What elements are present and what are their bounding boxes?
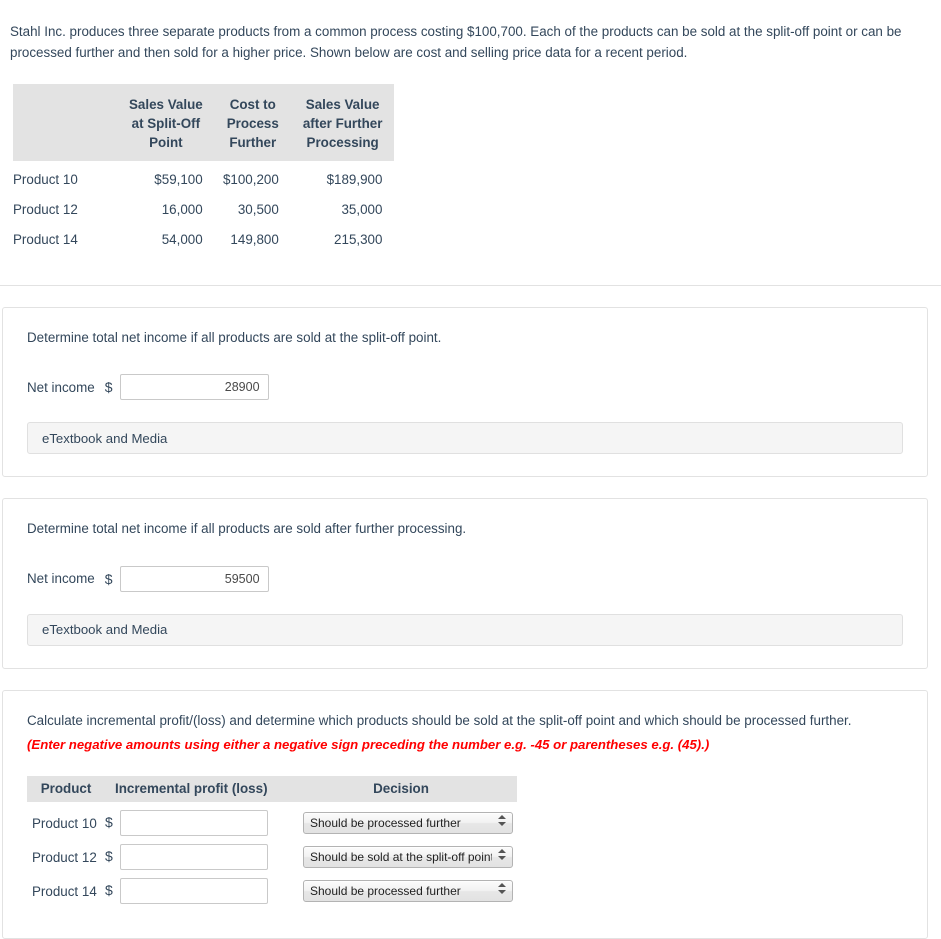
- table-head: Product Incremental profit (loss) Decisi…: [27, 776, 517, 803]
- dollar-sign-icon: $: [105, 814, 113, 831]
- incremental-question-text: Calculate incremental profit/(loss) and …: [27, 712, 852, 728]
- etextbook-label: eTextbook and Media: [42, 430, 168, 446]
- further-processing-question-text: Determine total net income if all produc…: [27, 521, 467, 537]
- decision-select-product-10[interactable]: Should be processed further Should be pr…: [303, 812, 513, 835]
- further-processing-net-income-card: Determine total net income if all produc…: [2, 498, 928, 669]
- decision-cell: Should be sold at the split-off point Sh…: [285, 840, 517, 874]
- split-off-net-income-card: Determine total net income if all produc…: [2, 307, 928, 478]
- cell-split-off-value: $59,100: [154, 172, 203, 188]
- incremental-amount-cell: $: [105, 874, 285, 908]
- cell-split-off-value: 16,000: [161, 202, 203, 218]
- header-decision: Decision: [285, 776, 517, 803]
- dollar-sign-icon: $: [104, 570, 113, 587]
- decision-cell: Should be processed further Should be pr…: [285, 802, 517, 840]
- incremental-amount-input-product-10[interactable]: [119, 810, 268, 837]
- problem-statement-card: Stahl Inc. produces three separate produ…: [0, 13, 941, 287]
- incremental-amount-cell: $: [105, 840, 285, 874]
- cost-and-price-table: Sales Value at Split-Off Point Cost to P…: [13, 83, 395, 255]
- cell-cost-further-value: $100,200: [222, 172, 279, 188]
- card-spacer: [0, 669, 941, 690]
- card-body: Determine total net income if all produc…: [3, 308, 927, 476]
- header-product: Product: [27, 776, 105, 803]
- header-line: Process: [226, 115, 279, 131]
- table-row: Product 14 $ Should be processed further…: [27, 874, 517, 908]
- card-spacer: [0, 286, 941, 307]
- header-line: after Further: [302, 115, 383, 131]
- cell-cost-further-value: 30,500: [237, 202, 279, 218]
- dollar-sign-icon: $: [104, 379, 113, 396]
- dollar-sign-icon: $: [105, 848, 113, 865]
- header-incremental-profit: Incremental profit (loss): [105, 776, 285, 803]
- row-product-label: Product 12: [13, 202, 78, 218]
- further-processing-net-income-input[interactable]: [119, 565, 269, 592]
- header-line: Sales Value: [129, 96, 203, 112]
- incremental-amount-cell: $: [105, 802, 285, 840]
- row-product-label: Product 10: [13, 172, 78, 188]
- decision-cell: Should be processed further Should be pr…: [285, 874, 517, 908]
- problem-intro-text: Stahl Inc. produces three separate produ…: [10, 24, 902, 61]
- decision-select-product-12[interactable]: Should be sold at the split-off point Sh…: [303, 846, 513, 869]
- etextbook-and-media-split-off[interactable]: eTextbook and Media: [27, 422, 903, 455]
- header-sales-value-after-further: Sales Value after Further Processing: [290, 83, 395, 162]
- etextbook-label: eTextbook and Media: [42, 622, 168, 638]
- etextbook-and-media-further[interactable]: eTextbook and Media: [27, 613, 903, 646]
- exercise-page: Stahl Inc. produces three separate produ…: [0, 13, 941, 939]
- header-line: Further: [229, 134, 277, 150]
- cell-after-further-value: 215,300: [334, 232, 383, 248]
- dollar-sign-icon: $: [105, 882, 113, 899]
- decision-select-wrapper: Should be processed further Should be pr…: [303, 812, 513, 835]
- header-line: at Split-Off: [131, 115, 201, 131]
- table-row: Product 10 $ Should be processed further…: [27, 802, 517, 840]
- row-product-label: Product 14: [13, 232, 78, 248]
- decision-select-product-14[interactable]: Should be processed further Should be pr…: [303, 880, 513, 903]
- incremental-decision-table: Product Incremental profit (loss) Decisi…: [27, 776, 517, 908]
- incremental-amount-input-product-12[interactable]: [119, 844, 268, 871]
- cell-after-further-value: $189,900: [326, 172, 383, 188]
- row-product-label: Product 14: [32, 883, 97, 899]
- table-body: Product 10 $59,100 $100,200 $189,900 Pro…: [13, 161, 394, 255]
- table-header-row: Sales Value at Split-Off Point Cost to P…: [13, 83, 395, 162]
- table-row: Product 14 54,000 149,800 215,300: [13, 225, 394, 255]
- split-off-net-income-row: Net income $: [27, 374, 903, 401]
- table-row: Product 12 16,000 30,500 35,000: [13, 195, 394, 225]
- net-income-label: Net income: [27, 379, 95, 395]
- decision-select-wrapper: Should be processed further Should be pr…: [303, 880, 513, 903]
- card-body: Determine total net income if all produc…: [3, 499, 927, 667]
- header-line: Processing: [306, 134, 379, 150]
- header-blank: [13, 83, 117, 162]
- cell-after-further-value: 35,000: [341, 202, 383, 218]
- header-cost-to-process-further: Cost to Process Further: [214, 83, 291, 162]
- row-product-label: Product 10: [32, 815, 97, 831]
- table-body: Product 10 $ Should be processed further…: [27, 802, 517, 908]
- header-sales-value-split-off: Sales Value at Split-Off Point: [117, 83, 215, 162]
- cell-split-off-value: 54,000: [161, 232, 203, 248]
- split-off-net-income-input[interactable]: [119, 374, 269, 401]
- table-header-row: Product Incremental profit (loss) Decisi…: [27, 776, 517, 803]
- table-row: Product 10 $59,100 $100,200 $189,900: [13, 161, 394, 195]
- incremental-amount-input-product-14[interactable]: [119, 878, 268, 905]
- header-line: Cost to: [229, 96, 276, 112]
- net-income-label: Net income: [27, 571, 95, 587]
- table-head: Sales Value at Split-Off Point Cost to P…: [13, 83, 395, 162]
- decision-select-wrapper: Should be sold at the split-off point Sh…: [303, 846, 513, 869]
- row-product-label: Product 12: [32, 849, 97, 865]
- table-row: Product 12 $ Should be sold at the split…: [27, 840, 517, 874]
- further-processing-net-income-row: Net income $: [27, 565, 903, 592]
- negative-amount-note: (Enter negative amounts using either a n…: [27, 736, 710, 752]
- split-off-question-text: Determine total net income if all produc…: [27, 330, 442, 346]
- header-line: Sales Value: [305, 96, 380, 112]
- incremental-profit-card: Calculate incremental profit/(loss) and …: [2, 689, 928, 939]
- card-spacer: [0, 477, 941, 498]
- card-body: Calculate incremental profit/(loss) and …: [3, 691, 927, 939]
- header-line: Point: [149, 134, 183, 150]
- cell-cost-further-value: 149,800: [230, 232, 279, 248]
